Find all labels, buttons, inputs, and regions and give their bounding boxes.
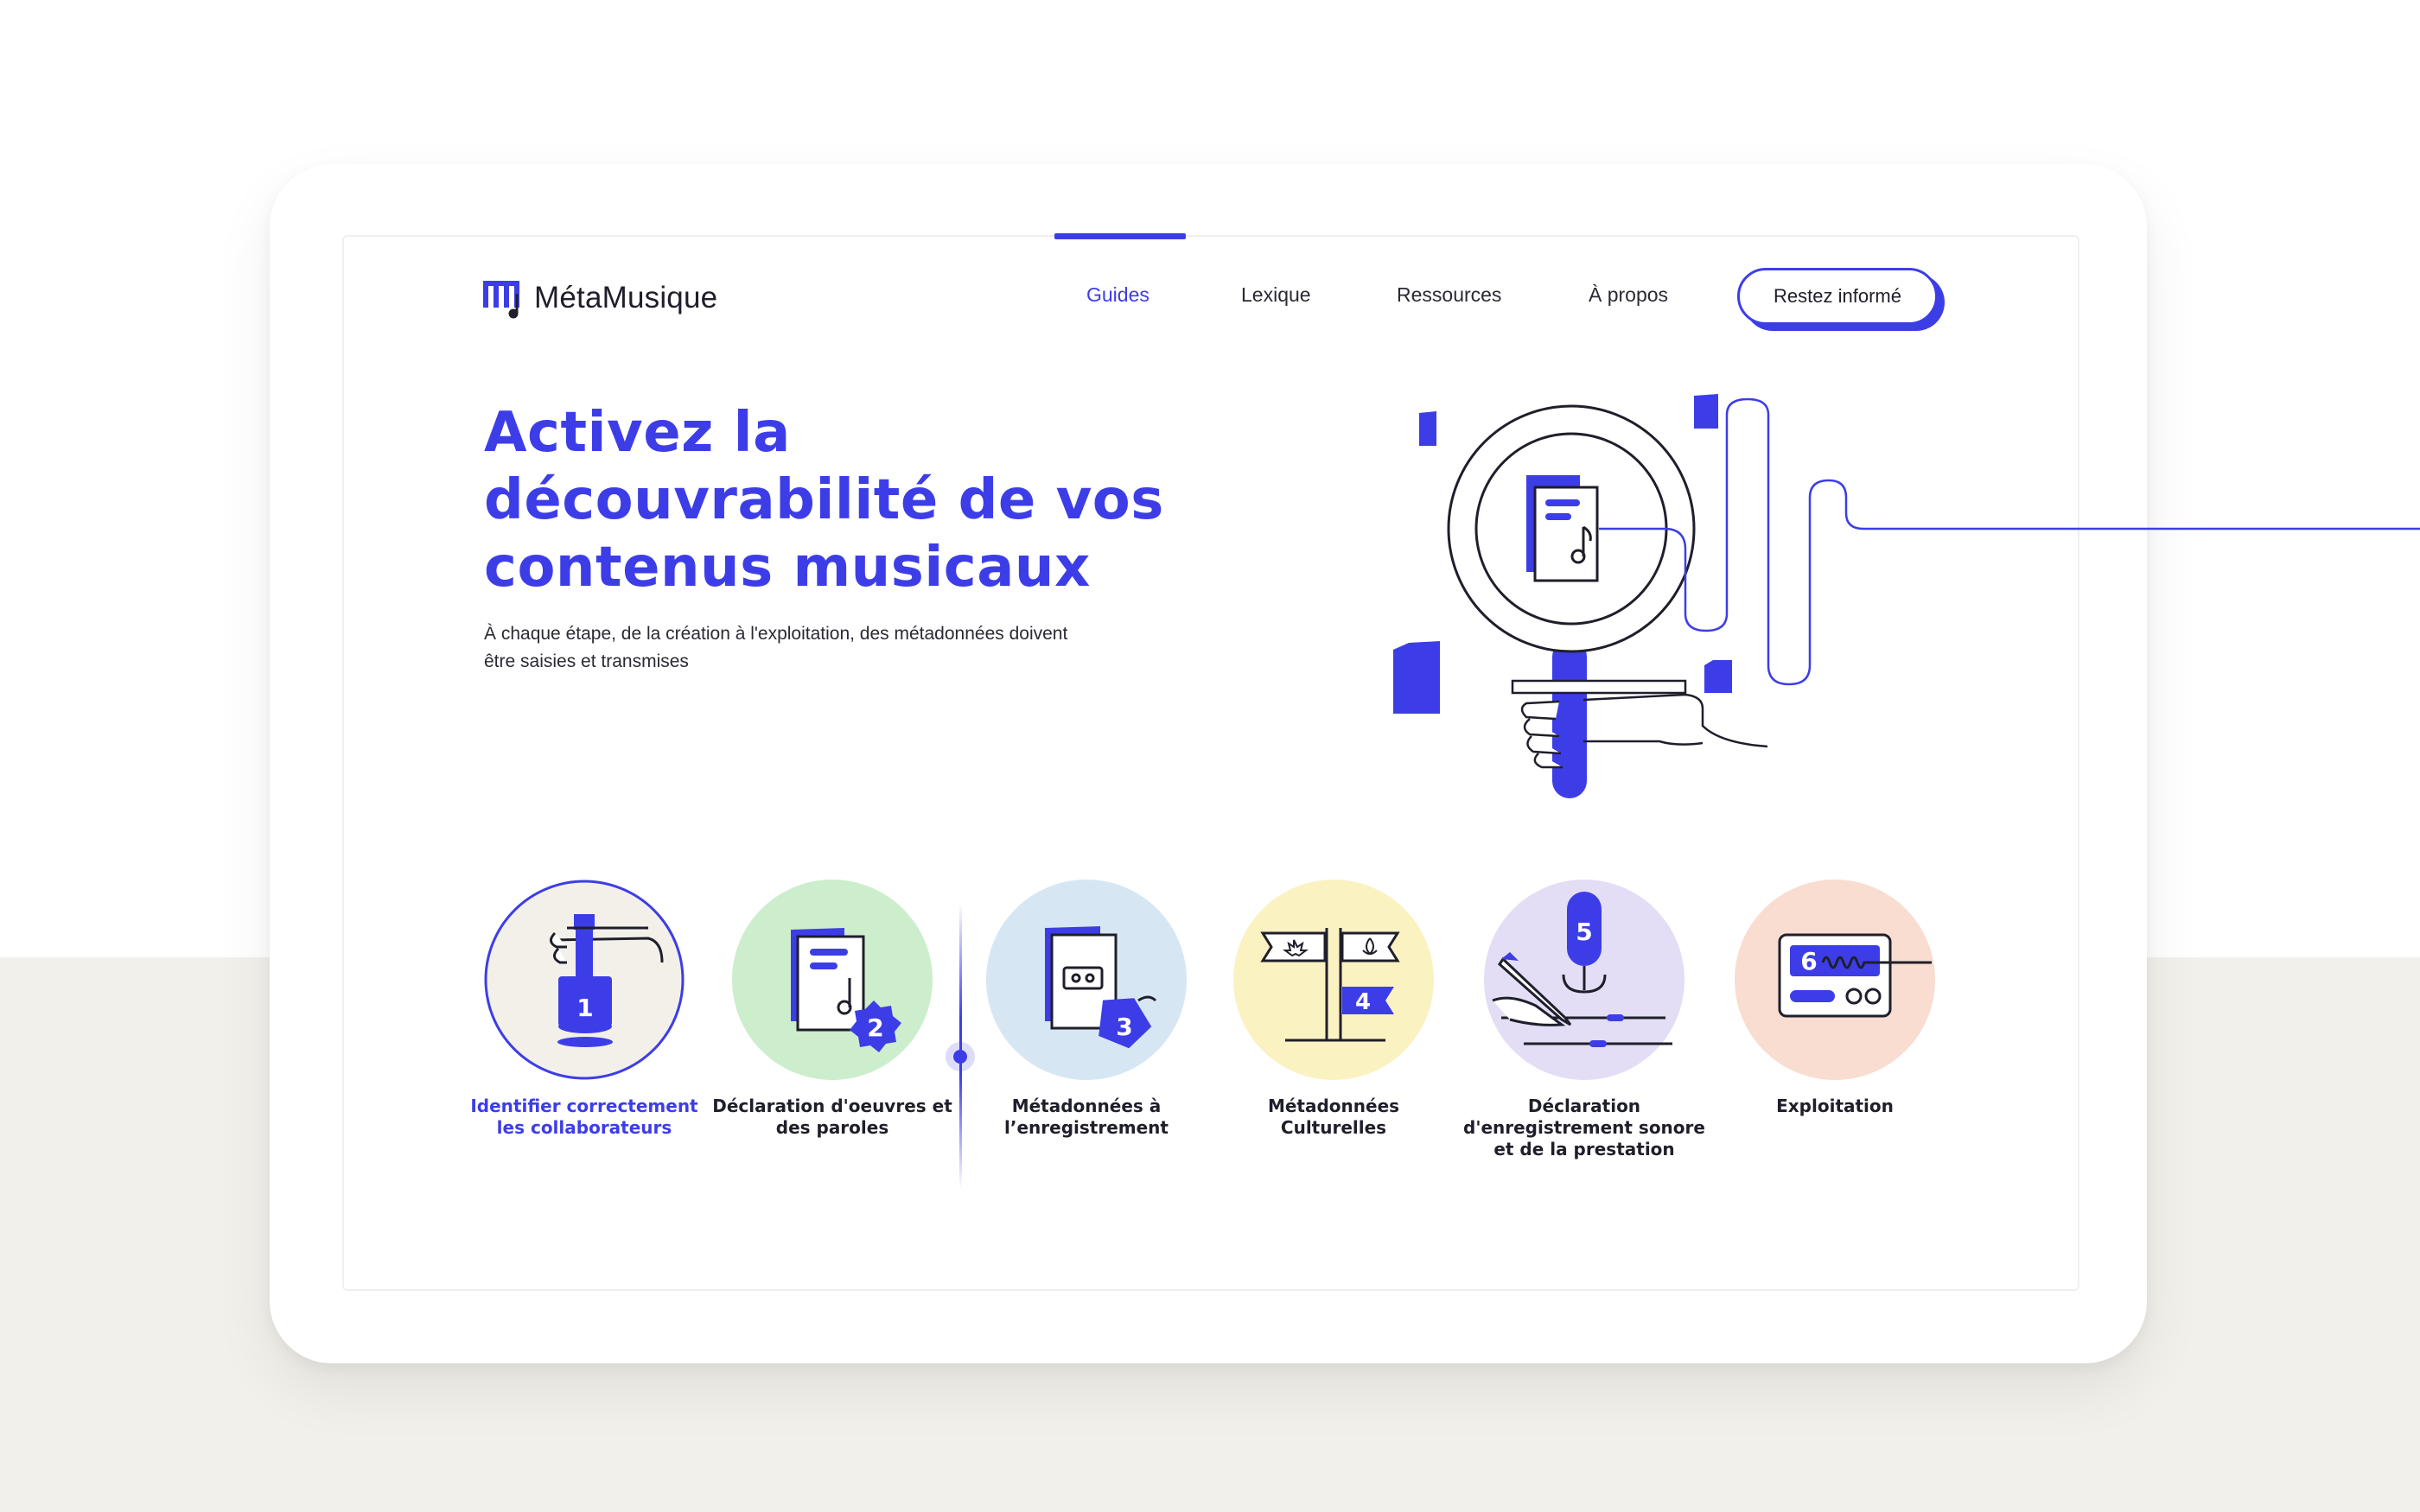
document-music-icon: 2 — [732, 880, 933, 1080]
step-1-label[interactable]: Identifier correctement les collaborateu… — [463, 1096, 705, 1139]
nav-a-propos[interactable]: À propos — [1589, 283, 1668, 307]
nav-lexique[interactable]: Lexique — [1241, 283, 1311, 307]
svg-text:1: 1 — [576, 994, 593, 1022]
cassette-tag-icon: 3 — [986, 880, 1187, 1080]
step-5-label[interactable]: Déclaration d'enregistrement sonore et d… — [1463, 1096, 1705, 1160]
metamusique-logo-icon — [483, 281, 519, 319]
timeline-marker — [946, 1042, 975, 1071]
step-4-label[interactable]: Métadonnées Culturelles — [1213, 1096, 1455, 1139]
nav-ressources[interactable]: Ressources — [1397, 283, 1501, 307]
microphone-pen-icon: 5 — [1484, 880, 1684, 1080]
active-nav-indicator — [1054, 233, 1186, 239]
flags-signpost-icon: 4 — [1233, 880, 1434, 1080]
hand-stamp-icon: 1 — [484, 880, 685, 1080]
subscribe-button[interactable]: Restez informé — [1737, 268, 1938, 325]
svg-text:3: 3 — [1116, 1013, 1132, 1041]
brand-name: MétaMusique — [534, 281, 718, 314]
step-6-label[interactable]: Exploitation — [1714, 1096, 1956, 1117]
step-3-label[interactable]: Métadonnées à l’enregistrement — [965, 1096, 1207, 1139]
page-title: Activez la découvrabilité de vos contenu… — [484, 401, 1164, 600]
step-2-button[interactable]: 2 — [732, 880, 933, 1080]
subscribe-button-wrap[interactable]: Restez informé — [1737, 268, 1945, 331]
svg-text:2: 2 — [867, 1013, 883, 1042]
step-6-button[interactable]: 6 — [1735, 880, 1935, 1080]
svg-text:5: 5 — [1576, 918, 1592, 946]
step-4-button[interactable]: 4 — [1233, 880, 1434, 1080]
step-3-button[interactable]: 3 — [986, 880, 1187, 1080]
step-5-button[interactable]: 5 — [1484, 880, 1684, 1080]
step-1-button[interactable]: 1 — [484, 880, 685, 1080]
magnifying-glass-document-illustration — [1393, 394, 2420, 798]
radio-waveform-icon: 6 — [1735, 880, 1935, 1080]
svg-text:4: 4 — [1355, 989, 1371, 1015]
nav-guides[interactable]: Guides — [1086, 283, 1150, 307]
page-subtitle: À chaque étape, de la création à l'explo… — [484, 624, 1068, 671]
svg-text:6: 6 — [1800, 947, 1817, 975]
brand-logo[interactable]: MétaMusique — [482, 276, 717, 320]
step-2-label[interactable]: Déclaration d'oeuvres et des paroles — [711, 1096, 953, 1139]
